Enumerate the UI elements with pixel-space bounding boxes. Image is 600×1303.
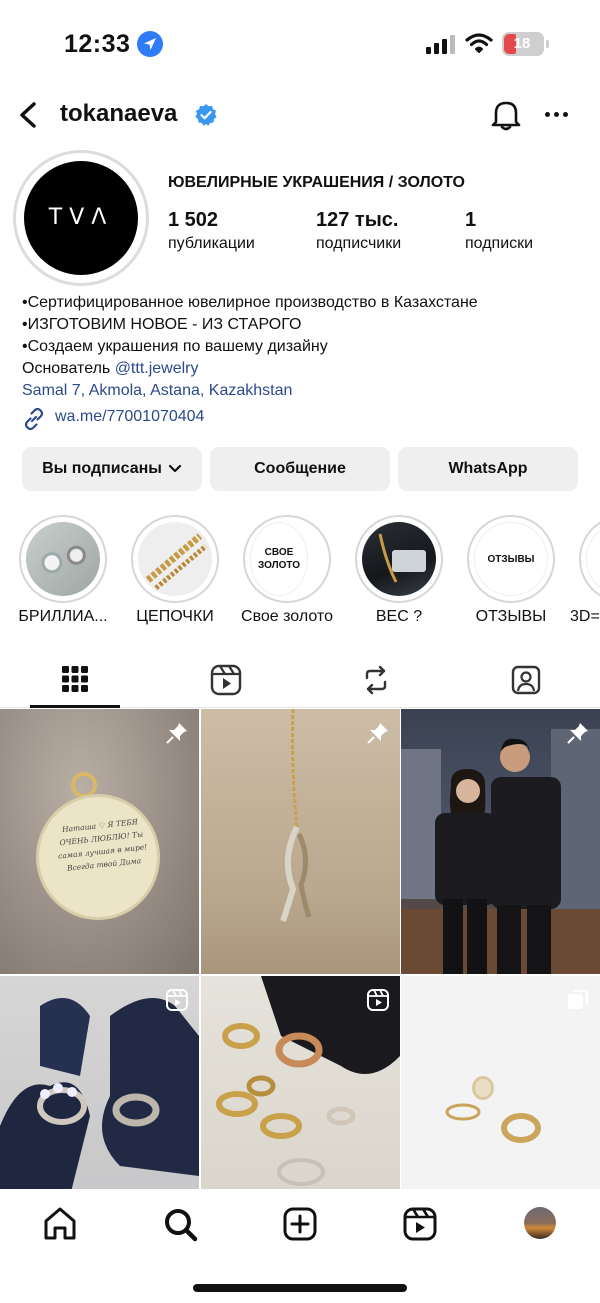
wifi-icon	[465, 32, 493, 59]
highlight-weight-image	[362, 522, 436, 596]
tab-reposts[interactable]	[330, 650, 420, 708]
stat-posts[interactable]: 1 502 публикации	[168, 208, 255, 255]
highlight-item[interactable]: 3D=	[562, 515, 600, 631]
highlight-label: ОТЗЫВЫ	[475, 608, 547, 625]
profile-category: ЮВЕЛИРНЫЕ УКРАШЕНИЯ / ЗОЛОТО	[168, 174, 465, 191]
nav-reels[interactable]	[400, 1204, 440, 1244]
active-tab-indicator	[30, 705, 120, 708]
following-button[interactable]: Вы подписаны	[22, 447, 202, 491]
stat-value: 1 502	[168, 209, 219, 231]
content-tabs	[0, 650, 600, 708]
stat-label: публикации	[168, 235, 255, 252]
highlight-item[interactable]: ОТЗЫВЫ ОТЗЫВЫ	[450, 515, 562, 631]
pinned-icon	[165, 721, 189, 750]
stat-followers[interactable]: 127 тыс. подписчики	[316, 208, 401, 255]
pendant-engraving: Наташа ♡ Я ТЕБЯ ОЧЕНЬ ЛЮБЛЮ! Ты самая лу…	[57, 817, 148, 873]
chevron-down-icon	[168, 464, 182, 472]
grid-icon	[62, 666, 88, 692]
status-bar: 12:33 18	[0, 0, 600, 90]
nav-home[interactable]	[40, 1204, 80, 1244]
verified-badge-icon	[194, 103, 218, 127]
reel-icon	[165, 988, 189, 1017]
notifications-bell-icon[interactable]	[490, 98, 522, 137]
highlight-label: 3D=	[570, 608, 600, 625]
highlight-inner-text: ОТЗЫВЫ	[474, 522, 548, 596]
highlight-label: БРИЛЛИА...	[18, 608, 108, 625]
reel-icon	[366, 988, 390, 1017]
posts-grid: Наташа ♡ Я ТЕБЯ ОЧЕНЬ ЛЮБЛЮ! Ты самая лу…	[0, 709, 600, 1189]
more-options-icon[interactable]	[543, 102, 571, 128]
message-button[interactable]: Сообщение	[210, 447, 390, 491]
founder-prefix: Основатель	[22, 360, 111, 377]
whatsapp-button[interactable]: WhatsApp	[398, 447, 578, 491]
post-thumbnail[interactable]	[401, 976, 600, 1189]
bottom-navigation	[0, 1190, 600, 1303]
profile-username: tokanaeva	[60, 100, 178, 127]
reels-icon	[210, 664, 242, 696]
post-thumbnail[interactable]	[201, 709, 400, 974]
repost-icon	[365, 665, 387, 695]
profile-bio: •Сертифицированное ювелирное производств…	[22, 292, 478, 402]
home-icon	[44, 1207, 76, 1240]
tab-tagged[interactable]	[480, 650, 570, 708]
highlight-chains-image	[138, 522, 212, 596]
link-url: wa.me/77001070404	[55, 408, 205, 425]
bio-line: •Создаем украшения по вашему дизайну	[22, 338, 328, 355]
avatar-logo: TVΛ	[24, 161, 138, 275]
stat-value: 1	[465, 209, 477, 231]
home-indicator	[193, 1284, 407, 1292]
carousel-icon	[566, 988, 590, 1017]
reels-nav-icon	[403, 1207, 437, 1241]
highlight-item[interactable]: СВОЕ ЗОЛОТО Свое золото	[226, 515, 338, 631]
battery-icon: 18	[502, 32, 549, 56]
pinned-icon	[566, 721, 590, 750]
add-post-icon	[283, 1207, 317, 1241]
highlight-item[interactable]: ЦЕПОЧКИ	[114, 515, 226, 631]
location-link[interactable]: Samal 7, Akmola, Astana, Kazakhstan	[22, 380, 478, 402]
highlight-inner-text: СВОЕ ЗОЛОТО	[250, 522, 308, 596]
signal-icon	[426, 34, 456, 54]
highlight-item[interactable]: ВЕС ?	[338, 515, 450, 631]
search-icon	[165, 1209, 198, 1242]
location-arrow-icon	[137, 31, 163, 57]
bio-line: •ИЗГОТОВИМ НОВОЕ - ИЗ СТАРОГО	[22, 316, 302, 333]
bio-line: •Сертифицированное ювелирное производств…	[22, 294, 478, 311]
tagged-person-icon	[511, 665, 541, 695]
highlight-diamonds-image	[26, 522, 100, 596]
post-thumbnail[interactable]	[401, 709, 600, 974]
nav-search[interactable]	[160, 1204, 200, 1244]
back-button[interactable]	[14, 98, 44, 132]
stat-label: подписчики	[316, 235, 402, 252]
battery-level: 18	[513, 35, 531, 52]
profile-header: tokanaeva	[0, 90, 600, 140]
stat-label: подписки	[465, 235, 534, 252]
following-label: Вы подписаны	[42, 460, 162, 477]
profile-avatar[interactable]: TVΛ	[13, 150, 149, 286]
bio-founder: Основатель @ttt.jewelry	[22, 358, 478, 380]
stat-value: 127 тыс.	[316, 209, 399, 231]
highlight-item[interactable]: БРИЛЛИА...	[2, 515, 114, 631]
highlight-label: ЦЕПОЧКИ	[136, 608, 214, 625]
post-thumbnail[interactable]	[201, 976, 400, 1189]
pinned-icon	[366, 721, 390, 750]
link-icon	[24, 407, 44, 431]
nav-profile[interactable]	[520, 1204, 560, 1244]
post-thumbnail[interactable]: Наташа ♡ Я ТЕБЯ ОЧЕНЬ ЛЮБЛЮ! Ты самая лу…	[0, 709, 199, 974]
highlight-label: Свое золото	[241, 608, 333, 625]
profile-avatar-icon	[524, 1207, 556, 1239]
tab-reels[interactable]	[180, 650, 270, 708]
nav-create[interactable]	[280, 1204, 320, 1244]
stat-following[interactable]: 1 подписки	[465, 208, 533, 255]
founder-mention-link[interactable]: @ttt.jewelry	[115, 360, 199, 377]
post-thumbnail[interactable]	[0, 976, 199, 1189]
highlight-label: ВЕС ?	[375, 608, 423, 625]
status-time: 12:33	[64, 30, 131, 58]
tab-grid[interactable]	[30, 650, 120, 708]
highlight-3d-image	[586, 522, 600, 596]
